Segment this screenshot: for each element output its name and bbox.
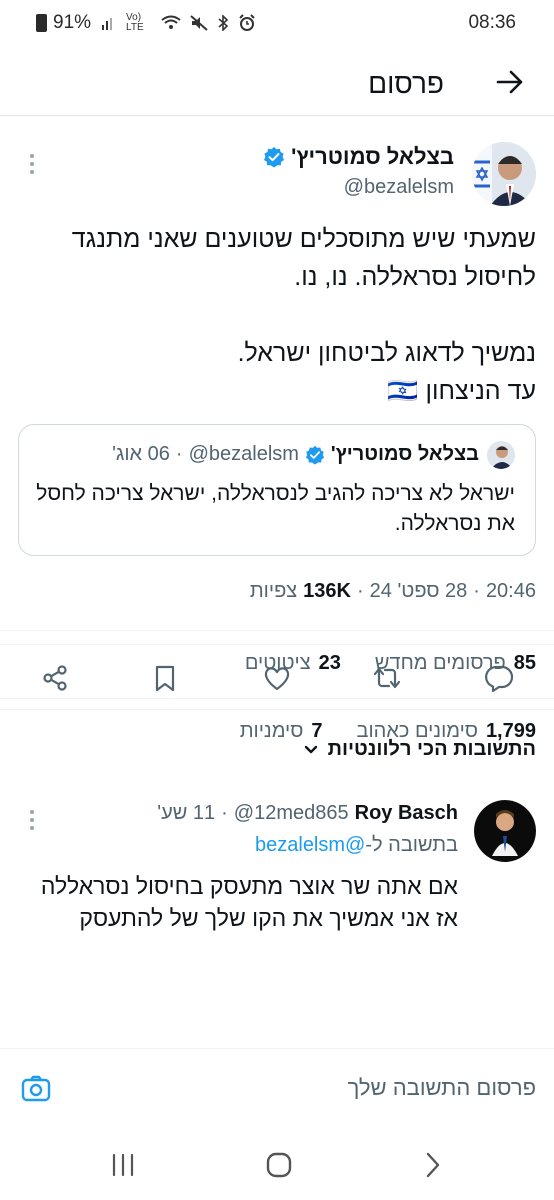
verified-badge-icon: [264, 147, 285, 168]
status-left: 91% Vo) LTE: [36, 12, 256, 34]
quote-author-name: בצלאל סמוטריץ': [330, 443, 479, 465]
status-bar: 91% Vo) LTE 08:36: [0, 0, 554, 48]
bluetooth-icon: [218, 15, 229, 31]
quote-separator: ·: [175, 443, 183, 465]
home-icon[interactable]: [262, 1148, 296, 1182]
back-nav-icon[interactable]: [416, 1148, 450, 1182]
alarm-icon: [239, 14, 255, 31]
author-name[interactable]: בצלאל סמוטריץ': [263, 144, 454, 170]
quoted-post[interactable]: בצלאל סמוטריץ' @bezalelsm · 06 אוג' ישרא…: [18, 424, 536, 556]
reply-to-line: בתשובה ל-@bezalelsm: [255, 834, 458, 857]
reply-header: Roy Basch @12med865 · 11 שע': [157, 802, 458, 825]
post-text: שמעתי שיש מתוסכלים שטוענים שאני מתנגד לח…: [16, 220, 536, 410]
post-time: 20:46: [485, 580, 536, 602]
more-options-icon[interactable]: [22, 154, 42, 184]
meta-separator: ·: [356, 580, 364, 602]
quote-header: בצלאל סמוטריץ' @bezalelsm · 06 אוג': [112, 443, 479, 466]
reply-text: אם אתה שר אוצר מתעסק בחיסול נסראללה אז א…: [18, 870, 458, 934]
post-text-line: לחיסול נסראללה. נו, נו.: [294, 263, 536, 291]
camera-icon[interactable]: [20, 1073, 52, 1105]
quote-date: 06 אוג': [112, 443, 170, 465]
reply-author-handle[interactable]: @12med865: [234, 802, 349, 825]
mute-icon: [190, 15, 208, 31]
post-date: 28 ספט' 24: [369, 580, 468, 602]
meta-separator: ·: [473, 580, 480, 602]
share-icon[interactable]: [40, 663, 70, 693]
replies-sort-selector[interactable]: התשובות הכי רלוונטיות: [302, 738, 536, 761]
page-title: פרסום: [368, 68, 444, 99]
like-heart-icon[interactable]: [262, 663, 292, 693]
reply-author-name[interactable]: Roy Basch: [355, 802, 458, 825]
post-text-line: עד הניצחון 🇮🇱: [387, 377, 536, 405]
back-arrow-icon[interactable]: [494, 66, 526, 98]
action-bar: [0, 644, 554, 710]
battery-percent: 91%: [53, 12, 92, 33]
volte-icon: Vo) LTE: [126, 12, 144, 33]
post-text-line: נמשיך לדאוג לביטחון ישראל.: [237, 339, 536, 367]
reply-to-mention[interactable]: @bezalelsm: [255, 834, 365, 856]
views-label: צפיות: [249, 580, 298, 602]
reply-to-label: בתשובה ל-: [365, 834, 458, 856]
views-count: 136K: [303, 580, 351, 602]
post-meta: 20:46 · 28 ספט' 24 · 136K צפיות: [250, 580, 536, 603]
avatar-image: [472, 142, 536, 206]
battery-icon: [36, 14, 47, 32]
reply-more-options-icon[interactable]: [22, 810, 42, 840]
status-time: 08:36: [468, 12, 516, 33]
quote-author-handle: @bezalelsm: [188, 443, 299, 465]
reply-post[interactable]: Roy Basch @12med865 · 11 שע' בתשובה ל-@b…: [0, 790, 554, 970]
chevron-down-icon: [304, 745, 317, 753]
reply-composer[interactable]: פרסום התשובה שלך: [0, 1048, 554, 1130]
replies-sort-label: התשובות הכי רלוונטיות: [327, 738, 536, 760]
signal-icon: [102, 18, 113, 30]
bookmark-icon[interactable]: [150, 663, 180, 693]
system-nav-bar: [0, 1130, 554, 1200]
repost-icon[interactable]: [372, 663, 402, 693]
reply-text-line: אז אני אמשיך את הקו שלך של להתעסק: [79, 905, 458, 931]
reply-icon[interactable]: [484, 663, 514, 693]
recent-apps-icon[interactable]: [106, 1148, 140, 1182]
reply-input[interactable]: פרסום התשובה שלך: [348, 1075, 536, 1101]
author-handle[interactable]: @bezalelsm: [344, 176, 454, 199]
author-name-text: בצלאל סמוטריץ': [291, 144, 454, 169]
post-text-line: שמעתי שיש מתוסכלים שטוענים שאני מתנגד: [71, 225, 536, 253]
author-avatar[interactable]: [472, 142, 536, 206]
bookmarks-label[interactable]: סימניות: [240, 720, 304, 743]
reply-time: 11 שע': [157, 802, 216, 824]
quote-author-avatar: [487, 441, 515, 469]
reply-author-avatar[interactable]: [474, 800, 536, 862]
status-icons: Vo) LTE: [101, 13, 256, 33]
wifi-icon: [161, 15, 181, 29]
post-text-line: [16, 296, 536, 334]
verified-badge-icon: [305, 445, 325, 465]
reply-separator: ·: [221, 802, 228, 824]
quote-text: ישראל לא צריכה להגיב לנסראללה, ישראל צרי…: [36, 482, 515, 535]
top-bar: פרסום: [0, 52, 554, 116]
reply-text-line: אם אתה שר אוצר מתעסק בחיסול נסראללה: [40, 873, 458, 899]
